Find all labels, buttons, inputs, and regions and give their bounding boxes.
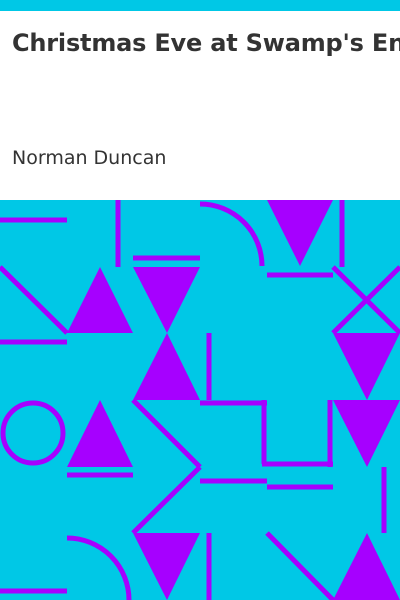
book-title: Christmas Eve at Swamp's End <box>12 29 400 57</box>
book-cover: Christmas Eve at Swamp's End Norman Dunc… <box>0 0 400 600</box>
geometric-pattern <box>0 200 400 600</box>
book-author: Norman Duncan <box>12 147 167 169</box>
title-block: Christmas Eve at Swamp's End Norman Dunc… <box>0 11 400 200</box>
cover-top-band <box>0 0 400 11</box>
